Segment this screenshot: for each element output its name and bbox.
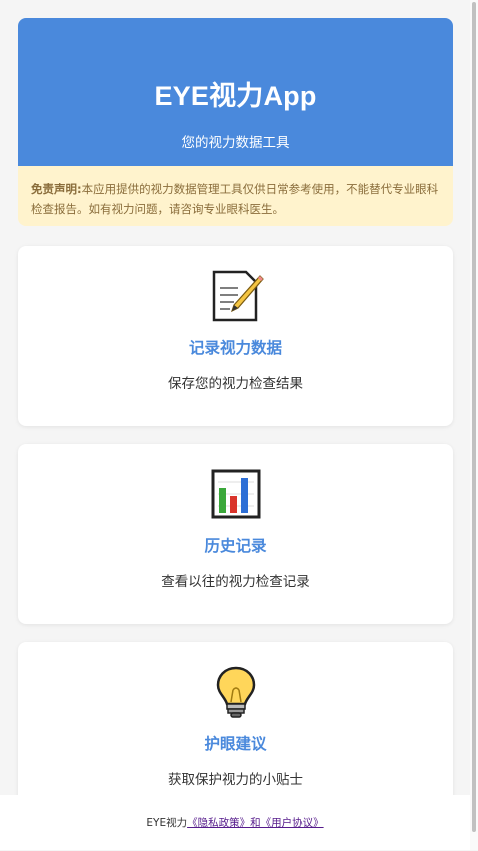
footer: EYE视力《隐私政策》和《用户协议》 [0, 795, 470, 850]
bar-chart-icon [208, 466, 264, 522]
app-header: EYE视力App 您的视力数据工具 [18, 18, 453, 166]
history-title: 历史记录 [204, 537, 267, 555]
disclaimer-text: 本应用提供的视力数据管理工具仅供日常参考使用，不能替代专业眼科检查报告。如有视力… [31, 182, 439, 216]
eye-care-tips-title: 护眼建议 [204, 735, 267, 753]
eye-care-tips-desc: 获取保护视力的小贴士 [168, 772, 303, 788]
main-content: EYE视力App 您的视力数据工具 免责声明:本应用提供的视力数据管理工具仅供日… [0, 0, 470, 795]
record-vision-desc: 保存您的视力检查结果 [168, 376, 303, 392]
app-subtitle: 您的视力数据工具 [181, 135, 290, 151]
record-vision-card[interactable]: 记录视力数据 保存您的视力检查结果 [18, 246, 453, 426]
scrollbar[interactable] [470, 0, 478, 850]
light-bulb-icon [208, 664, 264, 720]
disclaimer-label: 免责声明: [31, 182, 82, 196]
app-title: EYE视力App [154, 81, 317, 111]
disclaimer-banner: 免责声明:本应用提供的视力数据管理工具仅供日常参考使用，不能替代专业眼科检查报告… [18, 166, 453, 226]
privacy-policy-link[interactable]: 《隐私政策》和《用户协议》 [187, 817, 324, 829]
eye-care-tips-card[interactable]: 护眼建议 获取保护视力的小贴士 [18, 642, 453, 795]
history-desc: 查看以往的视力检查记录 [161, 574, 310, 590]
record-vision-title: 记录视力数据 [188, 339, 282, 357]
footer-brand: EYE视力 [146, 817, 188, 829]
history-card[interactable]: 历史记录 查看以往的视力检查记录 [18, 444, 453, 624]
scrollbar-thumb[interactable] [472, 2, 476, 832]
memo-icon [208, 268, 264, 324]
